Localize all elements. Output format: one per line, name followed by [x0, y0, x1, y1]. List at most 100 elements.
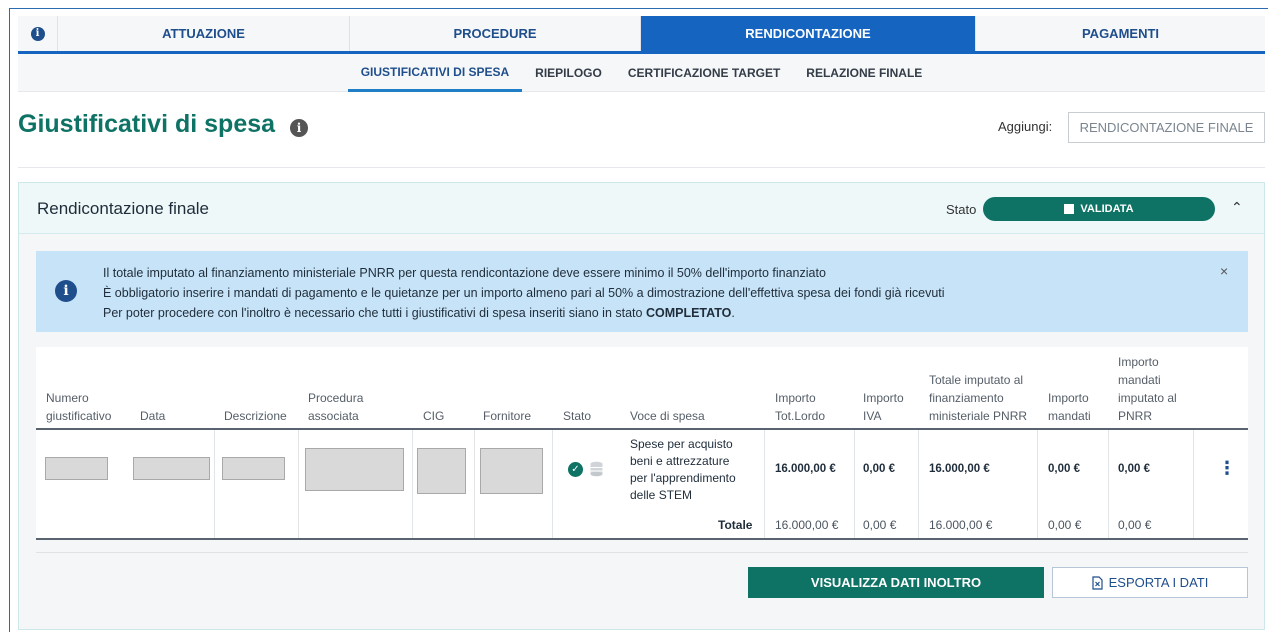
info-icon[interactable]: i — [290, 119, 308, 137]
status-badge: VALIDATA — [983, 197, 1215, 221]
status-square-icon — [1064, 204, 1075, 214]
header-importo-mandati: Importo mandati — [1048, 389, 1091, 425]
chevron-up-icon[interactable]: ⌃ — [1231, 199, 1243, 216]
header-procedura: Procedura associata — [308, 389, 363, 425]
redacted-procedura — [305, 448, 404, 491]
total-lordo: 16.000,00 € — [775, 518, 839, 532]
panel-header: Rendicontazione finale Stato VALIDATA ⌃ — [19, 183, 1264, 234]
column-divider — [412, 430, 413, 538]
header-divider — [36, 428, 1248, 430]
column-divider — [1108, 430, 1109, 538]
info-icon: i — [55, 280, 77, 302]
coins-icon[interactable] — [589, 460, 604, 478]
tab-info[interactable]: i — [18, 16, 58, 51]
cell-totale-imputato: 16.000,00 € — [929, 463, 990, 475]
total-iva: 0,00 € — [863, 518, 897, 532]
voce-line: delle STEM — [630, 488, 693, 502]
header-data: Data — [140, 409, 166, 423]
header-text: mandati — [1048, 409, 1091, 423]
column-divider — [854, 430, 855, 538]
header-text: PNRR — [1118, 409, 1153, 423]
header-text: Importo — [1048, 391, 1089, 405]
cell-lordo: 16.000,00 € — [775, 463, 836, 475]
header-text: Tot.Lordo — [775, 409, 826, 423]
alert-line: Il totale imputato al finanziamento mini… — [103, 266, 826, 280]
header-iva: Importo IVA — [863, 389, 904, 425]
close-icon[interactable]: × — [1220, 263, 1228, 279]
tab-rendicontazione[interactable]: RENDICONTAZIONE — [641, 16, 976, 51]
header-text: Importo — [1118, 355, 1159, 369]
header-text: Numero — [46, 391, 89, 405]
file-export-icon — [1092, 575, 1103, 590]
alert-line: Per poter procedere con l'inoltro è nece… — [103, 303, 945, 323]
rendicontazione-panel: Rendicontazione finale Stato VALIDATA ⌃ … — [18, 182, 1265, 630]
header-stato: Stato — [563, 409, 592, 423]
stato-label: Stato — [946, 202, 977, 217]
column-divider — [764, 430, 765, 538]
alert-line-suffix: . — [731, 306, 735, 320]
header-voce: Voce di spesa — [630, 409, 705, 423]
subtab-relazione-finale[interactable]: RELAZIONE FINALE — [793, 54, 935, 92]
header-descrizione: Descrizione — [224, 409, 287, 423]
subtab-giustificativi[interactable]: GIUSTIFICATIVI DI SPESA — [347, 54, 523, 92]
main-tabs: i ATTUAZIONE PROCEDURE RENDICONTAZIONE P… — [18, 16, 1265, 54]
header-text: Importo — [775, 391, 816, 405]
visualizza-dati-inoltro-button[interactable]: VISUALIZZA DATI INOLTRO — [748, 567, 1044, 598]
divider — [18, 167, 1265, 168]
column-divider — [474, 430, 475, 538]
esporta-dati-label: ESPORTA I DATI — [1108, 575, 1209, 590]
check-icon: ✓ — [568, 462, 583, 477]
header-cig: CIG — [423, 409, 445, 423]
header-text: IVA — [863, 409, 882, 423]
redacted-fornitore — [480, 448, 543, 494]
alert-line: È obbligatorio inserire i mandati di pag… — [103, 286, 945, 300]
header-text: mandati — [1118, 373, 1161, 387]
info-alert: i Il totale imputato al finanziamento mi… — [36, 251, 1248, 332]
voce-di-spesa: Spese per acquisto beni e attrezzature p… — [630, 436, 736, 504]
redacted-cig — [417, 448, 466, 494]
header-fornitore: Fornitore — [483, 409, 532, 423]
header-text: associata — [308, 409, 359, 423]
total-mandati-pnrr: 0,00 € — [1118, 518, 1152, 532]
header-text: Totale imputato al — [929, 373, 1024, 387]
header-lordo: Importo Tot.Lordo — [775, 389, 825, 425]
subtab-riepilogo[interactable]: RIEPILOGO — [522, 54, 615, 92]
column-divider — [298, 430, 299, 538]
divider — [36, 552, 1248, 553]
info-icon: i — [30, 26, 45, 41]
alert-text: Il totale imputato al finanziamento mini… — [103, 263, 945, 323]
header-text: giustificativo — [46, 409, 112, 423]
cell-mandati-pnrr: 0,00 € — [1118, 463, 1150, 475]
panel-title: Rendicontazione finale — [37, 199, 210, 218]
header-mandati-pnrr: Importo mandati imputato al PNRR — [1118, 353, 1177, 425]
alert-line-text: Per poter procedere con l'inoltro è nece… — [103, 306, 646, 320]
sub-tabs: GIUSTIFICATIVI DI SPESA RIEPILOGO CERTIF… — [18, 54, 1265, 92]
header-text: imputato al — [1118, 391, 1177, 405]
column-divider — [918, 430, 919, 538]
column-divider — [552, 430, 553, 538]
header-totale-imputato: Totale imputato al finanziamento ministe… — [929, 371, 1027, 425]
giustificativi-table: Numero giustificativo Data Descrizione P… — [36, 347, 1248, 540]
status-badge-label: VALIDATA — [1080, 203, 1134, 215]
add-label: Aggiungi: — [998, 119, 1053, 134]
total-totale-imputato: 16.000,00 € — [929, 518, 993, 532]
totale-label: Totale — [718, 518, 753, 532]
cell-importo-mandati: 0,00 € — [1048, 463, 1080, 475]
table-bottom-divider — [36, 538, 1248, 540]
redacted-descrizione — [222, 457, 285, 480]
tab-procedure[interactable]: PROCEDURE — [350, 16, 641, 51]
alert-line-bold: COMPLETATO — [645, 306, 732, 320]
tab-attuazione[interactable]: ATTUAZIONE — [58, 16, 350, 51]
redacted-data — [133, 457, 210, 480]
esporta-dati-button[interactable]: ESPORTA I DATI — [1052, 567, 1248, 598]
column-divider — [214, 430, 215, 538]
cell-iva: 0,00 € — [863, 463, 895, 475]
header-text: ministeriale PNRR — [929, 409, 1028, 423]
header-numero: Numero giustificativo — [46, 389, 111, 425]
tab-pagamenti[interactable]: PAGAMENTI — [976, 16, 1265, 51]
column-divider — [1193, 430, 1194, 538]
subtab-certificazione-target[interactable]: CERTIFICAZIONE TARGET — [615, 54, 793, 92]
add-select[interactable]: RENDICONTAZIONE FINALE — [1068, 112, 1265, 143]
more-vertical-icon[interactable]: ⋮ — [1218, 459, 1236, 477]
redacted-numero — [45, 457, 108, 480]
